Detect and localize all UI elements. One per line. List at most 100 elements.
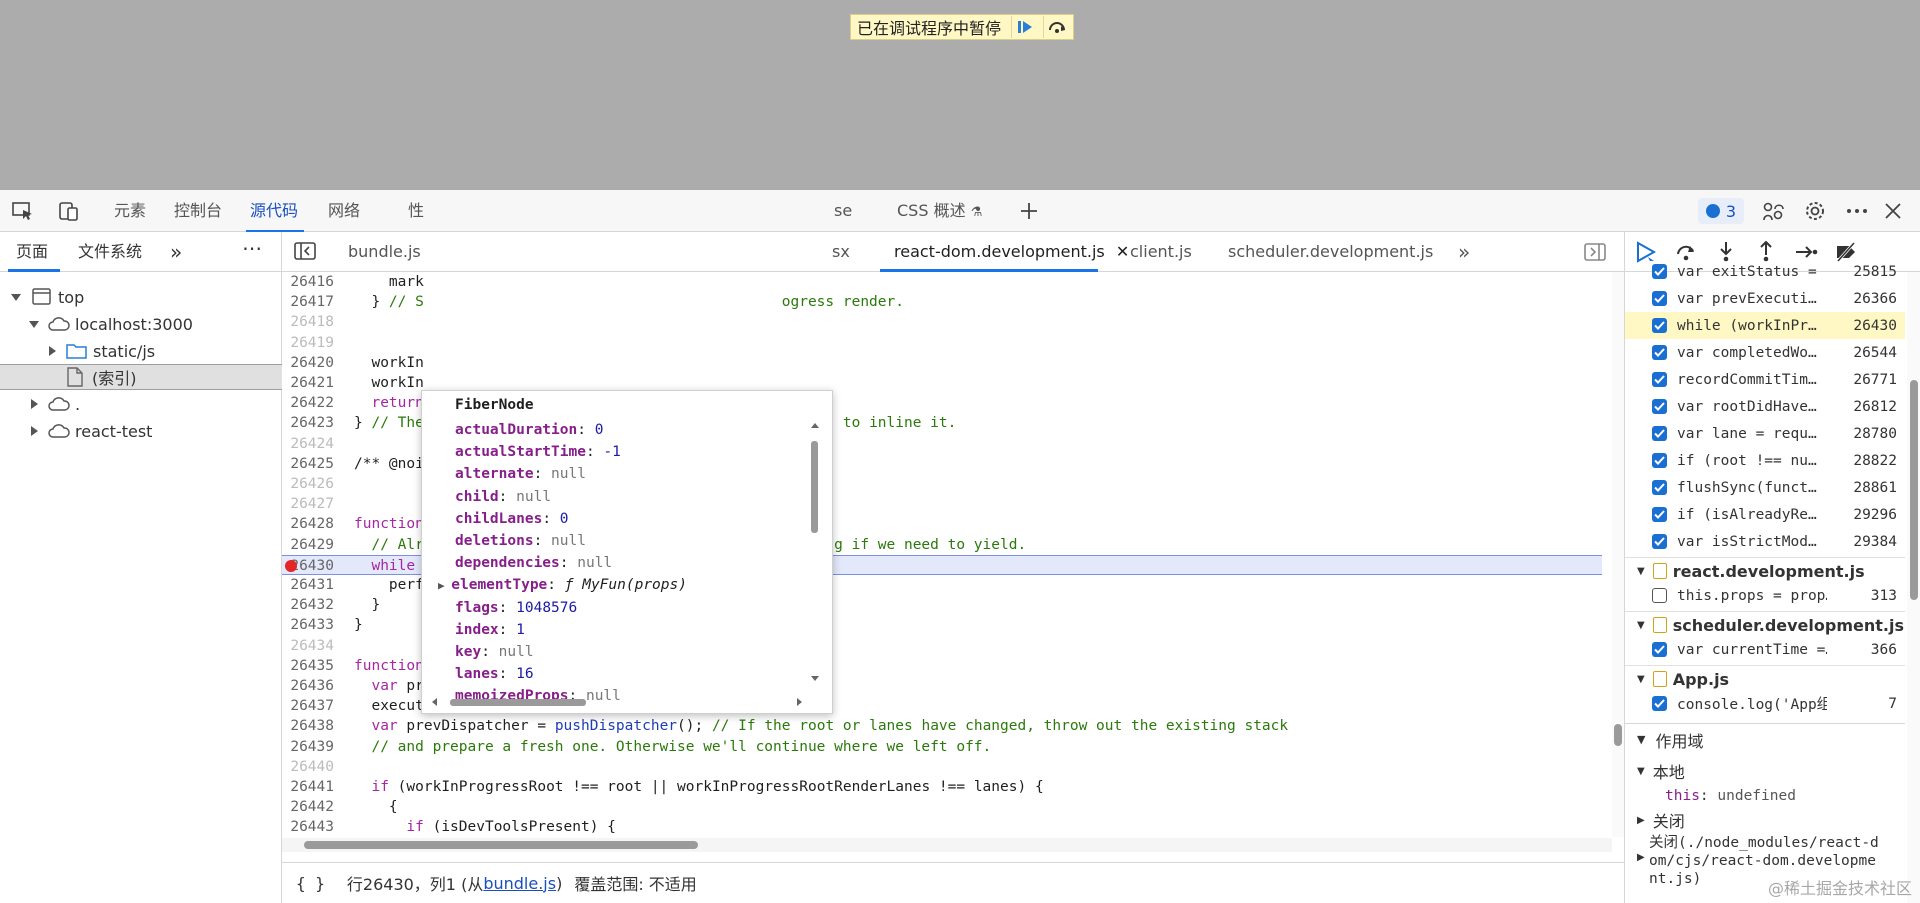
expand-arrow-icon[interactable]: ▶ bbox=[438, 579, 451, 592]
tree-item-static-js[interactable]: static/js bbox=[0, 338, 282, 364]
file-tab-bundle[interactable]: bundle.js bbox=[348, 232, 421, 272]
scroll-thumb[interactable] bbox=[1910, 380, 1918, 600]
tree-item-localhost[interactable]: localhost:3000 bbox=[0, 311, 282, 337]
line-number[interactable]: 26421 bbox=[282, 373, 340, 393]
tree-item-top[interactable]: top bbox=[0, 284, 282, 310]
line-number[interactable]: 26424 bbox=[282, 434, 340, 454]
scope-variable[interactable]: this: undefined bbox=[1625, 784, 1905, 808]
breakpoint-item[interactable]: var isStrictMod… 29384 bbox=[1625, 528, 1905, 555]
breakpoint-item-active[interactable]: while (workInPr… 26430 bbox=[1625, 312, 1905, 339]
toggle-debugger-icon[interactable] bbox=[1584, 243, 1606, 265]
device-toolbar-icon[interactable] bbox=[56, 198, 82, 224]
tab-sources[interactable]: 源代码 bbox=[248, 190, 300, 232]
editor-vertical-scrollbar[interactable] bbox=[1612, 272, 1624, 837]
checkbox-checked-icon[interactable] bbox=[1652, 426, 1667, 441]
line-number[interactable]: 26442 bbox=[282, 797, 340, 817]
line-number[interactable]: 26418 bbox=[282, 312, 340, 332]
close-tab-icon[interactable]: ✕ bbox=[1116, 242, 1129, 261]
line-number[interactable]: 26435 bbox=[282, 656, 340, 676]
breakpoint-item[interactable]: var prevExecuti… 26366 bbox=[1625, 285, 1905, 312]
line-number[interactable]: 26432 bbox=[282, 595, 340, 615]
object-preview-popover[interactable]: FiberNode actualDuration: 0 actualStartTi… bbox=[421, 390, 833, 714]
tab-elements[interactable]: 元素 bbox=[112, 190, 148, 232]
scroll-thumb[interactable] bbox=[1614, 724, 1622, 746]
popover-horizontal-scrollbar[interactable] bbox=[430, 695, 810, 709]
inspect-element-icon[interactable] bbox=[10, 198, 36, 224]
line-number[interactable]: 26422 bbox=[282, 393, 340, 413]
line-number[interactable]: 26443 bbox=[282, 817, 340, 837]
line-number[interactable]: 26433 bbox=[282, 615, 340, 635]
property-row[interactable]: ▶ elementType: ƒ MyFun(props) bbox=[438, 574, 687, 596]
collapse-arrow-icon[interactable]: ▼ bbox=[1637, 566, 1645, 577]
pretty-print-icon[interactable]: { } bbox=[296, 874, 325, 893]
popover-vertical-scrollbar[interactable] bbox=[808, 421, 822, 683]
checkbox-checked-icon[interactable] bbox=[1652, 480, 1667, 495]
checkbox-checked-icon[interactable] bbox=[1652, 399, 1667, 414]
navigator-more-icon[interactable]: ⋯ bbox=[242, 228, 262, 268]
property-row[interactable]: actualStartTime: -1 bbox=[455, 441, 621, 463]
checkbox-checked-icon[interactable] bbox=[1652, 291, 1667, 306]
line-number[interactable]: 26434 bbox=[282, 636, 340, 656]
code-line[interactable]: 26417 } // S ogress render. bbox=[282, 292, 1602, 312]
breakpoint-item[interactable]: var currentTime =… 366 bbox=[1625, 636, 1905, 663]
breakpoint-item[interactable]: var rootDidHave… 26812 bbox=[1625, 393, 1905, 420]
checkbox-checked-icon[interactable] bbox=[1652, 534, 1667, 549]
tree-item-dot[interactable]: . bbox=[0, 391, 282, 417]
tab-network[interactable]: 网络 bbox=[326, 190, 362, 232]
code-line[interactable]: 26438 var prevDispatcher = pushDispatche… bbox=[282, 716, 1602, 736]
collapsed-arrow-icon[interactable]: ▶ bbox=[1637, 815, 1645, 826]
tree-item-react-test[interactable]: react-test bbox=[0, 418, 282, 444]
checkbox-checked-icon[interactable] bbox=[1652, 372, 1667, 387]
code-line[interactable]: 26441 if (workInProgressRoot !== root ||… bbox=[282, 777, 1602, 797]
more-files-chevron-icon[interactable]: » bbox=[1458, 232, 1470, 272]
code-line[interactable]: 26443 if (isDevToolsPresent) { bbox=[282, 817, 1602, 837]
line-number[interactable]: 26431 bbox=[282, 575, 340, 595]
line-number[interactable]: 26417 bbox=[282, 292, 340, 312]
toggle-navigator-icon[interactable] bbox=[294, 242, 316, 264]
file-tab-scheduler[interactable]: scheduler.development.js bbox=[1228, 232, 1433, 272]
property-row[interactable]: alternate: null bbox=[455, 463, 586, 485]
connect-icon[interactable] bbox=[1760, 198, 1786, 224]
breakpoint-item[interactable]: var lane = requ… 28780 bbox=[1625, 420, 1905, 447]
breakpoint-item[interactable]: this.props = prop… 313 bbox=[1625, 582, 1905, 609]
line-number[interactable]: 26436 bbox=[282, 676, 340, 696]
editor-horizontal-scrollbar[interactable] bbox=[282, 838, 1612, 852]
checkbox-checked-icon[interactable] bbox=[1652, 318, 1667, 333]
resume-button[interactable] bbox=[1011, 16, 1037, 38]
file-tab-react-dom[interactable]: react-dom.development.js ✕ bbox=[894, 232, 1129, 272]
collapse-arrow-icon[interactable]: ▼ bbox=[1637, 674, 1645, 685]
tab-performance[interactable]: 性 bbox=[406, 190, 426, 232]
line-number[interactable]: 26439 bbox=[282, 737, 340, 757]
property-row[interactable]: index: 1 bbox=[455, 619, 525, 641]
scroll-thumb[interactable] bbox=[304, 841, 698, 849]
checkbox-checked-icon[interactable] bbox=[1652, 264, 1667, 279]
sidebar-scrollbar[interactable] bbox=[1907, 272, 1920, 903]
line-number[interactable]: 26441 bbox=[282, 777, 340, 797]
scope-local-header[interactable]: ▼ 本地 bbox=[1625, 759, 1905, 783]
checkbox-checked-icon[interactable] bbox=[1652, 642, 1667, 657]
line-number[interactable]: 26429 bbox=[282, 535, 340, 555]
step-over-button[interactable] bbox=[1043, 16, 1069, 38]
line-number[interactable]: 26427 bbox=[282, 494, 340, 514]
tab-css-overview[interactable]: CSS 概述 ⚗ bbox=[895, 190, 984, 232]
breakpoint-item[interactable]: if (root !== nu… 28822 bbox=[1625, 447, 1905, 474]
file-tab-client[interactable]: client.js bbox=[1130, 232, 1192, 272]
breakpoint-item[interactable]: var exitStatus = 25815 bbox=[1625, 258, 1905, 285]
property-row[interactable]: deletions: null bbox=[455, 530, 586, 552]
breakpoint-item[interactable]: var completedWo… 26544 bbox=[1625, 339, 1905, 366]
close-devtools-icon[interactable] bbox=[1880, 198, 1906, 224]
code-line[interactable]: 26440 bbox=[282, 757, 1602, 777]
property-row[interactable]: childLanes: 0 bbox=[455, 508, 569, 530]
line-number[interactable]: 26425 bbox=[282, 454, 340, 474]
line-number[interactable]: 26428 bbox=[282, 514, 340, 534]
property-row[interactable]: dependencies: null bbox=[455, 552, 612, 574]
checkbox-checked-icon[interactable] bbox=[1652, 453, 1667, 468]
collapse-arrow-icon[interactable]: ▼ bbox=[1637, 620, 1645, 631]
property-row[interactable]: flags: 1048576 bbox=[455, 597, 577, 619]
more-tabs-chevron-icon[interactable]: » bbox=[170, 232, 182, 272]
line-number[interactable]: 26438 bbox=[282, 716, 340, 736]
source-map-link[interactable]: bundle.js bbox=[483, 874, 556, 893]
checkbox-checked-icon[interactable] bbox=[1652, 696, 1667, 711]
property-row[interactable]: key: null bbox=[455, 641, 534, 663]
issues-badge[interactable]: 3 bbox=[1698, 198, 1744, 224]
